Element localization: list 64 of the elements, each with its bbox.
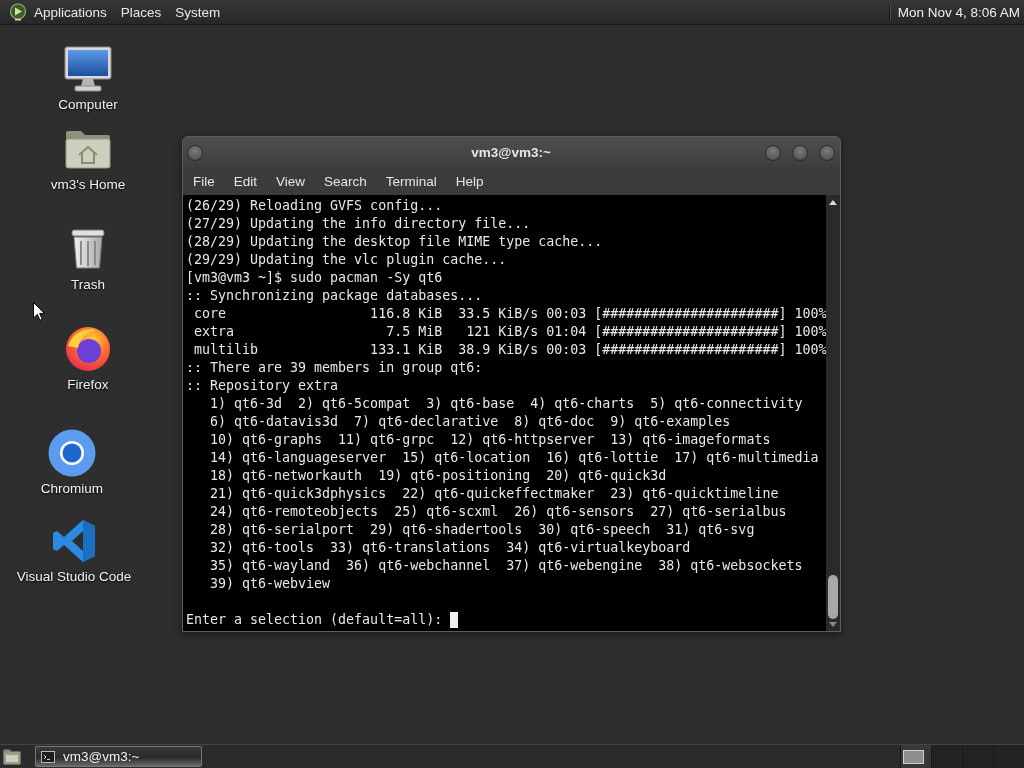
desktop-icon-label[interactable]: Firefox — [67, 377, 109, 393]
desktop-icon-label[interactable]: vm3's Home — [50, 177, 126, 193]
window-thumbnail-icon — [903, 749, 924, 764]
menu-item[interactable]: Search — [314, 169, 377, 194]
terminal-line: multilib 133.1 KiB 38.9 KiB/s 00:03 [######################] 100% — [193, 341, 826, 359]
desktop-icon-label[interactable]: Trash — [71, 277, 105, 293]
terminal-line: :: There are 39 members in group qt6: — [186, 359, 483, 377]
terminal-line: 21) qt6-quick3dphysics 22) qt6-quickeffectmaker 23) qt6-quicktimeline — [209, 485, 779, 503]
panel-menu[interactable]: Applications — [27, 0, 114, 24]
clock[interactable]: Mon Nov 4, 8:06 AM — [897, 4, 1024, 20]
terminal-line: (27/29) Updating the info directory file... — [186, 215, 531, 233]
terminal-line: core 116.8 KiB 33.5 KiB/s 00:03 [######################] 100% — [193, 305, 826, 323]
workspace-cell[interactable] — [993, 745, 1024, 768]
desktop-icon-label[interactable]: Chromium — [40, 481, 104, 497]
terminal-line: 18) qt6-networkauth 19) qt6-positioning 20) qt6-quick3d — [209, 467, 667, 485]
menu-item[interactable]: Edit — [224, 169, 267, 194]
terminal-line: 6) qt6-datavis3d 7) qt6-declarative 8) qt6-doc 9) qt6-examples — [209, 413, 731, 431]
ring-circle-icon[interactable] — [48, 429, 96, 477]
terminal-line: 24) qt6-remoteobjects 25) qt6-scxml 26) qt6-sensors 27) qt6-serialbus — [209, 503, 787, 521]
monitor-icon[interactable] — [64, 46, 112, 92]
scroll-up-icon[interactable] — [829, 200, 837, 205]
terminal-line: (26/29) Reloading GVFS config... — [186, 197, 443, 215]
workspace-cell[interactable] — [962, 745, 993, 768]
close-button[interactable] — [819, 144, 835, 161]
window-title: vm3@vm3:~ — [471, 145, 551, 160]
taskbar-button[interactable]: vm3@vm3:~ — [35, 746, 202, 767]
terminal-line: 32) qt6-tools 33) qt6-translations 34) qt6-virtualkeyboard — [209, 539, 691, 557]
desktop-icon-label[interactable]: Computer — [58, 97, 118, 113]
trash-can-icon[interactable] — [70, 228, 106, 270]
terminal-line: 39) qt6-webview — [209, 575, 331, 593]
terminal-prompt: Enter a selection (default=all): — [186, 611, 443, 629]
terminal-line: extra 7.5 MiB 121 KiB/s 01:04 [######################] 100% — [193, 323, 826, 341]
menu-item[interactable]: View — [266, 169, 315, 194]
terminal-line: :: Synchronizing package databases... — [186, 287, 483, 305]
workspace-cell[interactable] — [931, 745, 962, 768]
scroll-down-icon[interactable] — [829, 622, 837, 627]
scrollbar[interactable] — [826, 195, 840, 631]
scrollbar-thumb[interactable] — [828, 575, 838, 619]
maximize-button[interactable] — [792, 144, 808, 161]
terminal-line: 35) qt6-wayland 36) qt6-webchannel 37) qt6-webengine 38) qt6-websockets — [209, 557, 803, 575]
terminal-line: 28) qt6-serialport 29) qt6-shadertools 30) qt6-speech 31) qt6-svg — [209, 521, 755, 539]
menu-item[interactable]: Help — [446, 169, 494, 194]
terminal-line: 1) qt6-3d 2) qt6-5compat 3) qt6-base 4) qt6-charts 5) qt6-connectivity — [209, 395, 803, 413]
terminal-line: (28/29) Updating the desktop file MIME type cache... — [186, 233, 603, 251]
show-desktop-icon[interactable] — [3, 748, 21, 765]
terminal-icon — [41, 750, 55, 763]
flame-globe-icon[interactable] — [65, 326, 111, 372]
desktop-icon-label[interactable]: Visual Studio Code — [16, 569, 132, 585]
terminal-line: 10) qt6-graphs 11) qt6-grpc 12) qt6-httpserver 13) qt6-imageformats — [209, 431, 771, 449]
panel-menu[interactable]: Places — [113, 0, 169, 24]
window-menu-button[interactable] — [187, 144, 203, 161]
home-folder-icon[interactable] — [65, 129, 111, 169]
terminal-line: :: Repository extra — [186, 377, 339, 395]
panel-menu[interactable]: System — [168, 0, 228, 24]
ribbon-icon[interactable] — [52, 519, 96, 563]
terminal-line: (29/29) Updating the vlc plugin cache... — [186, 251, 507, 269]
terminal-line: 14) qt6-languageserver 15) qt6-location 16) qt6-lottie 17) qt6-multimedia — [209, 449, 819, 467]
terminal-line: [vm3@vm3 ~]$ sudo pacman -Sy qt6 — [186, 269, 443, 287]
minimize-button[interactable] — [765, 144, 781, 161]
menu-item[interactable]: File — [183, 169, 225, 194]
mouse-pointer-icon — [33, 302, 45, 321]
menu-item[interactable]: Terminal — [376, 169, 447, 194]
workspace-cell[interactable] — [900, 745, 931, 768]
text-cursor-icon — [450, 612, 459, 628]
